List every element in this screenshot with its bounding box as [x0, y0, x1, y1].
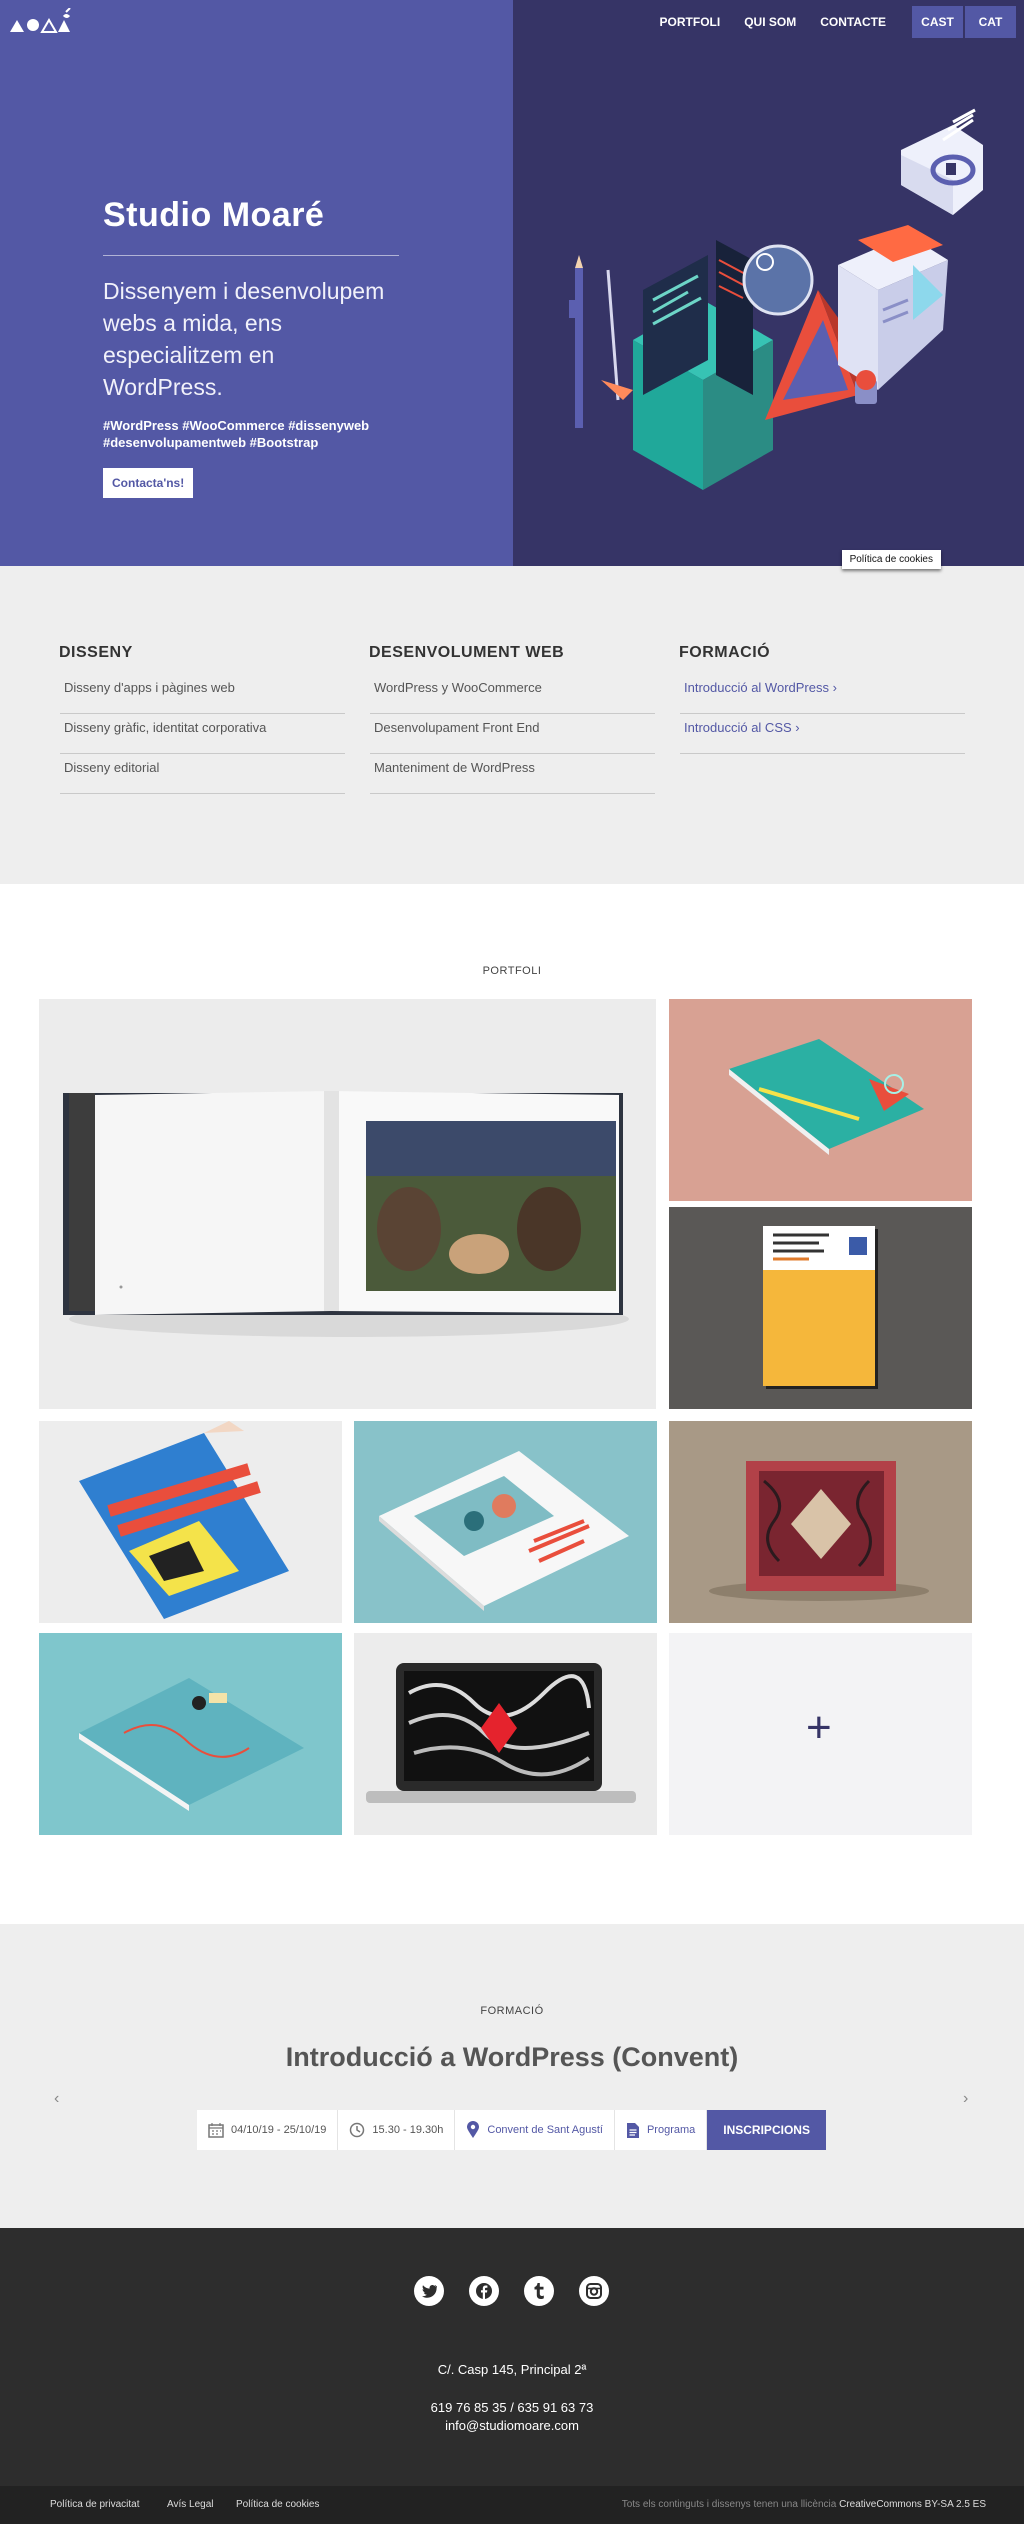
- portfolio-item-book[interactable]: [39, 999, 656, 1409]
- hero-subtitle: Dissenyem i desenvolupem webs a mida, en…: [103, 278, 385, 400]
- services-section: DISSENY Disseny d'apps i pàgines web Dis…: [0, 566, 1024, 884]
- record-cover-image: [709, 1461, 929, 1601]
- booklet-mockup-image: [79, 1678, 304, 1811]
- calendar-icon: [208, 2122, 224, 2138]
- plus-icon: +: [806, 1703, 832, 1752]
- tumblr-icon[interactable]: [524, 2276, 554, 2306]
- privacy-policy-link[interactable]: Política de privacitat: [50, 2499, 140, 2510]
- service-title: DISSENY: [59, 644, 133, 661]
- twitter-icon[interactable]: [414, 2276, 444, 2306]
- portfolio-item-poster-teal[interactable]: [354, 1421, 657, 1623]
- course-place-link[interactable]: Convent de Sant Agustí: [455, 2110, 615, 2150]
- course-link-css[interactable]: Introducció al CSS ›: [680, 714, 965, 754]
- prev-course-arrow-icon[interactable]: ‹: [54, 2090, 59, 2108]
- footer: C/. Casp 145, Principal 2ª 619 76 85 35 …: [0, 2228, 1024, 2486]
- footer-email-link[interactable]: info@studiomoare.com: [0, 2418, 1024, 2433]
- portfolio-item-record[interactable]: [669, 1421, 972, 1623]
- portfolio-label: PORTFOLI: [482, 965, 542, 977]
- poster-mockup-image: [729, 1039, 924, 1155]
- legal-notice-link[interactable]: Avís Legal: [167, 2499, 214, 2510]
- service-column-disseny: DISSENY Disseny d'apps i pàgines web Dis…: [59, 644, 345, 794]
- guide-cover-image: [763, 1226, 878, 1389]
- nav-link-portfoli[interactable]: PORTFOLI: [660, 15, 721, 29]
- portfolio-item-cultura-viva[interactable]: [39, 1421, 342, 1623]
- license-text: Tots els continguts i dissenys tenen una…: [621, 2499, 837, 2510]
- course-dates-text: 04/10/19 - 25/10/19: [231, 2124, 327, 2136]
- service-title: FORMACIÓ: [679, 644, 771, 661]
- service-column-desenvolupament: DESENVOLUMENT WEB WordPress y WooCommerc…: [369, 644, 655, 794]
- service-item: WordPress y WooCommerce: [370, 674, 655, 714]
- next-course-arrow-icon[interactable]: ›: [963, 2090, 968, 2108]
- top-navigation: PORTFOLI QUI SOM CONTACTE CAST CAT: [660, 6, 1016, 38]
- footer-cookie-policy-link[interactable]: Política de cookies: [236, 2499, 319, 2510]
- hero-left-panel: Studio Moaré Dissenyem i desenvolupem we…: [0, 0, 513, 566]
- service-item: Disseny editorial: [60, 754, 345, 794]
- formacio-section: FORMACIÓ Introducció a WordPress (Conven…: [0, 1924, 1024, 2228]
- course-title: Introducció a WordPress (Convent): [285, 2042, 739, 2072]
- hero-illustration-panel: PORTFOLI QUI SOM CONTACTE CAST CAT: [513, 0, 1024, 566]
- bottom-bar: Política de privacitat Avís Legal Políti…: [0, 2486, 1024, 2524]
- formacio-label: FORMACIÓ: [480, 2005, 544, 2017]
- facebook-icon[interactable]: [469, 2276, 499, 2306]
- document-icon: [626, 2122, 640, 2139]
- laptop-mockup-image: [366, 1663, 636, 1803]
- license-link[interactable]: CreativeCommons BY-SA 2.5 ES: [839, 2499, 986, 2510]
- isometric-illustration: [569, 108, 983, 490]
- course-dates: 04/10/19 - 25/10/19: [197, 2110, 339, 2150]
- instagram-icon[interactable]: [579, 2276, 609, 2306]
- portfolio-item-guide[interactable]: [669, 1207, 972, 1409]
- footer-address: C/. Casp 145, Principal 2ª: [437, 2362, 587, 2377]
- social-links: [414, 2276, 634, 2306]
- course-program-text: Programa: [646, 2124, 696, 2136]
- service-item: Manteniment de WordPress: [370, 754, 655, 794]
- portfolio-item-laptop[interactable]: [354, 1633, 657, 1835]
- portfolio-item-booklet[interactable]: [39, 1633, 342, 1835]
- cookie-policy-link[interactable]: Política de cookies: [841, 550, 941, 569]
- hero-title: Studio Moaré: [103, 196, 325, 234]
- teal-poster-mockup-image: [379, 1451, 629, 1611]
- hero-tags-line: #desenvolupamentweb #Bootstrap: [103, 435, 319, 450]
- service-title: DESENVOLUMENT WEB: [369, 644, 565, 661]
- portfolio-item-poster-pink[interactable]: [669, 999, 972, 1201]
- service-item: Disseny gràfic, identitat corporativa: [60, 714, 345, 754]
- portfolio-section: PORTFOLI +: [0, 884, 1024, 1924]
- book-mockup-image: [63, 1091, 629, 1337]
- course-hours-text: 15.30 - 19.30h: [372, 2124, 444, 2136]
- footer-phones: 619 76 85 35 / 635 91 63 73: [430, 2400, 594, 2415]
- hero-text: Studio Moaré Dissenyem i desenvolupem we…: [103, 196, 399, 498]
- nav-link-qui-som[interactable]: QUI SOM: [744, 15, 796, 29]
- course-place-text: Convent de Sant Agustí: [487, 2124, 603, 2136]
- contact-button[interactable]: Contacta'ns!: [103, 468, 194, 498]
- service-item: Disseny d'apps i pàgines web: [60, 674, 345, 714]
- service-item: Desenvolupament Front End: [370, 714, 655, 754]
- inscriptions-button[interactable]: INSCRIPCIONS: [707, 2110, 826, 2150]
- course-link-wordpress[interactable]: Introducció al WordPress ›: [680, 674, 965, 714]
- course-program-link[interactable]: Programa: [614, 2110, 708, 2150]
- course-info-bar: 04/10/19 - 25/10/19 15.30 - 19.30h Conve…: [197, 2110, 826, 2150]
- service-column-formacio: FORMACIÓ Introducció al WordPress › Intr…: [679, 644, 965, 754]
- clock-icon: [349, 2122, 365, 2138]
- language-cast-button[interactable]: CAST: [912, 6, 963, 38]
- license-notice: Tots els continguts i dissenys tenen una…: [622, 2499, 986, 2510]
- cultura-viva-poster-image: [79, 1421, 289, 1619]
- hero-tags: #WordPress #WooCommerce #dissenyweb #des…: [103, 417, 399, 451]
- hero-divider: [103, 255, 399, 256]
- hero: Studio Moaré Dissenyem i desenvolupem we…: [0, 0, 1024, 569]
- portfolio-more-button[interactable]: +: [669, 1633, 972, 1835]
- studio-logo[interactable]: [8, 8, 74, 34]
- language-cat-button[interactable]: CAT: [965, 6, 1016, 38]
- course-hours: 15.30 - 19.30h: [338, 2110, 456, 2150]
- nav-link-contacte[interactable]: CONTACTE: [820, 15, 886, 29]
- hero-tags-line: #WordPress #WooCommerce #dissenyweb: [103, 418, 370, 433]
- map-pin-icon: [466, 2121, 480, 2139]
